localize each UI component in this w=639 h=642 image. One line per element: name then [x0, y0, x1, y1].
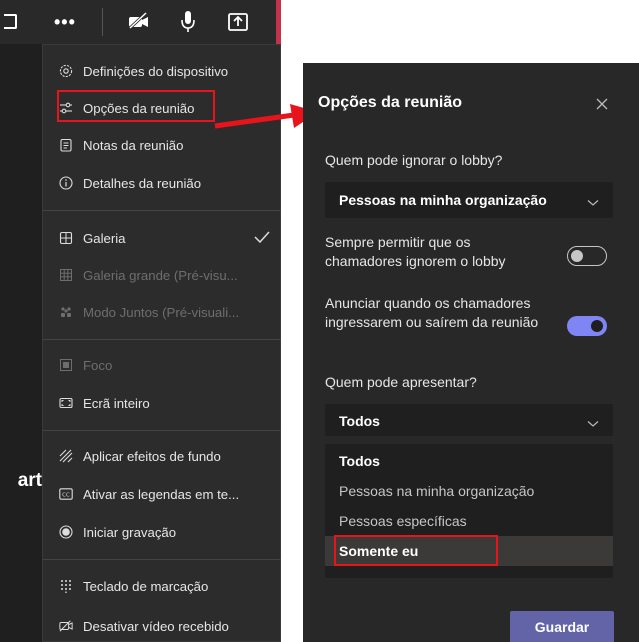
menu-item-label: Iniciar gravação [83, 524, 177, 540]
highlight-box-meeting-options [57, 90, 215, 122]
menu-item-start-recording[interactable]: Iniciar gravação [43, 519, 281, 545]
menu-item-label: Galeria [83, 230, 126, 246]
info-icon [59, 176, 73, 190]
menu-divider [43, 210, 281, 211]
focus-icon [59, 358, 73, 372]
menu-item-label: Ativar as legendas em te... [83, 486, 240, 502]
menu-item-large-gallery: Galeria grande (Pré-visu... [43, 262, 281, 288]
menu-item-together-mode: Modo Juntos (Pré-visuali... [43, 299, 281, 325]
menu-item-label: Notas da reunião [83, 137, 184, 153]
lobby-bypass-dropdown[interactable]: Pessoas na minha organização [325, 182, 613, 218]
svg-text:CC: CC [62, 492, 70, 498]
menu-item-label: Detalhes da reunião [83, 175, 202, 191]
menu-divider [43, 559, 281, 560]
option-label: Pessoas na minha organização [339, 483, 535, 499]
gallery-icon [59, 231, 73, 245]
menu-item-gallery[interactable]: Galeria [43, 225, 281, 251]
save-button[interactable]: Guardar [510, 611, 614, 642]
video-off-icon [59, 619, 73, 633]
menu-divider [43, 430, 281, 431]
menu-divider [43, 339, 281, 340]
chevron-down-icon [587, 415, 599, 431]
option-label: Pessoas específicas [339, 513, 467, 529]
callers-bypass-toggle[interactable] [567, 246, 607, 266]
announce-callers-toggle[interactable] [567, 316, 607, 336]
captions-icon: CC [59, 487, 73, 501]
dropdown-value: Todos [339, 413, 380, 429]
background-effects-icon [59, 449, 73, 463]
together-mode-icon [59, 305, 73, 319]
share-screen-icon[interactable] [228, 13, 248, 36]
gear-icon [59, 64, 73, 78]
menu-item-live-captions[interactable]: CC Ativar as legendas em te... [43, 481, 281, 507]
menu-item-meeting-notes[interactable]: Notas da reunião [43, 132, 281, 158]
menu-item-label: Foco [83, 357, 113, 373]
checkmark-icon [254, 230, 270, 246]
present-question-label: Quem pode apresentar? [325, 374, 477, 390]
microphone-icon[interactable] [180, 10, 196, 37]
menu-item-dial-pad[interactable]: Teclado de marcação [43, 573, 281, 599]
panel-title: Opções da reunião [318, 94, 463, 111]
menu-item-label: Ecrã inteiro [83, 395, 150, 411]
close-icon[interactable] [596, 97, 608, 115]
menu-item-focus: Foco [43, 352, 281, 378]
highlight-box-only-me [334, 535, 498, 566]
option-my-organization[interactable]: Pessoas na minha organização [325, 476, 613, 506]
announce-callers-label: Anunciar quando os chamadores ingressare… [325, 295, 539, 330]
fullscreen-icon [59, 396, 73, 410]
notes-icon [59, 138, 73, 152]
lobby-question-label: Quem pode ignorar o lobby? [325, 152, 503, 168]
menu-item-label: Teclado de marcação [83, 578, 209, 594]
menu-item-label: Desativar vídeo recebido [83, 618, 229, 634]
menu-item-label: Galeria grande (Pré-visu... [83, 267, 238, 283]
call-toolbar: ••• [0, 0, 281, 44]
menu-item-background-effects[interactable]: Aplicar efeitos de fundo [43, 443, 281, 469]
menu-item-label: Definições do dispositivo [83, 63, 229, 79]
leave-button[interactable] [276, 0, 281, 44]
who-can-present-dropdown[interactable]: Todos [325, 404, 613, 436]
share-tray-icon[interactable] [4, 14, 17, 29]
toggle-knob [591, 320, 603, 332]
meeting-options-panel: Opções da reunião Quem pode ignorar o lo… [303, 63, 639, 642]
menu-item-fullscreen[interactable]: Ecrã inteiro [43, 390, 281, 416]
menu-item-label: Aplicar efeitos de fundo [83, 448, 221, 464]
camera-off-icon[interactable] [128, 11, 150, 35]
background-text: art [17, 470, 42, 491]
callers-bypass-label: Sempre permitir que os chamadores ignore… [325, 234, 506, 269]
menu-item-turn-off-incoming-video[interactable]: Desativar vídeo recebido [43, 613, 281, 639]
option-specific-people[interactable]: Pessoas específicas [325, 506, 613, 536]
dialpad-icon [59, 579, 73, 593]
option-everyone[interactable]: Todos [325, 446, 613, 476]
chevron-down-icon [587, 194, 599, 210]
dropdown-value: Pessoas na minha organização [339, 192, 547, 208]
menu-item-meeting-details[interactable]: Detalhes da reunião [43, 170, 281, 196]
toggle-knob [571, 249, 583, 262]
option-label: Todos [339, 453, 380, 469]
record-icon [59, 525, 73, 539]
menu-item-device-settings[interactable]: Definições do dispositivo [43, 58, 281, 84]
toolbar-divider [102, 8, 103, 36]
large-gallery-icon [59, 268, 73, 282]
menu-item-label: Modo Juntos (Pré-visuali... [83, 304, 240, 320]
